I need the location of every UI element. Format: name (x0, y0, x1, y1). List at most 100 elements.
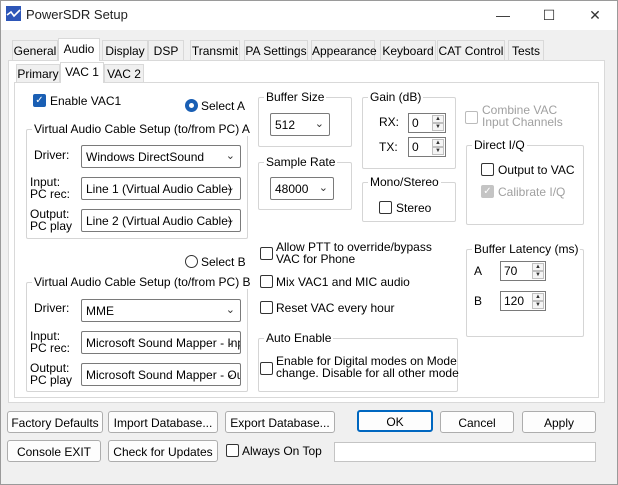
tab-tests[interactable]: Tests (508, 40, 544, 60)
allow-ptt-checkbox[interactable] (260, 247, 273, 260)
mix-vac-mic-label: Mix VAC1 and MIC audio (276, 275, 410, 289)
combine-vac-checkbox[interactable] (465, 111, 478, 124)
allow-ptt-label-2: VAC for Phone (276, 252, 356, 266)
enable-vac1-checkbox[interactable]: ✓ (33, 94, 46, 107)
chevron-down-icon: ⌄ (225, 214, 235, 226)
input-a-label-2: PC rec: (30, 187, 71, 201)
tab-display[interactable]: Display (102, 40, 148, 60)
buffer-size-select[interactable]: 512 ⌄ (270, 113, 330, 136)
app-icon (6, 6, 21, 21)
tab-cat-control[interactable]: CAT Control (437, 40, 505, 60)
mono-stereo-title: Mono/Stereo (368, 175, 441, 189)
cancel-button[interactable]: Cancel (440, 411, 514, 433)
spin-up-icon[interactable]: ▲ (532, 263, 544, 271)
spin-up-icon[interactable]: ▲ (432, 139, 444, 147)
input-b-select[interactable]: Microsoft Sound Mapper - Inp ⌄ (81, 331, 241, 354)
output-a-value: Line 2 (Virtual Audio Cable) (86, 214, 232, 228)
gain-title: Gain (dB) (368, 90, 424, 104)
input-a-select[interactable]: Line 1 (Virtual Audio Cable) ⌄ (81, 177, 241, 200)
mix-vac-mic-checkbox[interactable] (260, 275, 273, 288)
auto-enable-label-2: change. Disable for all other mode (276, 366, 459, 380)
buffer-latency-title: Buffer Latency (ms) (472, 242, 581, 256)
input-b-label-2: PC rec: (30, 341, 71, 355)
tx-gain-label: TX: (379, 140, 398, 154)
factory-defaults-button[interactable]: Factory Defaults (7, 411, 103, 433)
minimize-icon: — (496, 7, 510, 23)
latency-a-spinner[interactable]: 70 ▲ ▼ (500, 261, 546, 281)
calibrate-iq-checkbox[interactable]: ✓ (481, 185, 494, 198)
tab-keyboard[interactable]: Keyboard (380, 40, 436, 60)
close-button[interactable]: ✕ (572, 0, 618, 30)
rx-gain-label: RX: (379, 115, 400, 129)
always-on-top-label: Always On Top (242, 444, 322, 458)
export-database-button[interactable]: Export Database... (225, 411, 335, 433)
always-on-top-checkbox[interactable] (226, 444, 239, 457)
tx-gain-spinner[interactable]: 0 ▲ ▼ (408, 137, 446, 157)
window-title: PowerSDR Setup (26, 7, 128, 22)
console-exit-button[interactable]: Console EXIT (7, 440, 101, 462)
latency-a-label: A (474, 264, 483, 278)
tab-appearance[interactable]: Appearance (311, 40, 377, 60)
output-b-select[interactable]: Microsoft Sound Mapper - Ou ⌄ (81, 363, 241, 386)
reset-vac-checkbox[interactable] (260, 301, 273, 314)
combine-vac-label-2: Input Channels (482, 115, 563, 129)
subtab-vac1[interactable]: VAC 1 (60, 62, 104, 83)
input-b-value: Microsoft Sound Mapper - Inp (86, 336, 241, 350)
enable-vac1-label: Enable VAC1 (50, 94, 122, 108)
subtab-vac2[interactable]: VAC 2 (104, 64, 144, 82)
driver-a-value: Windows DirectSound (86, 150, 205, 164)
tab-dsp[interactable]: DSP (148, 40, 184, 60)
maximize-button[interactable]: ☐ (526, 0, 572, 30)
sample-rate-select[interactable]: 48000 ⌄ (270, 177, 334, 200)
check-updates-button[interactable]: Check for Updates (108, 440, 218, 462)
ok-button[interactable]: OK (357, 410, 433, 432)
spin-down-icon[interactable]: ▼ (432, 123, 444, 131)
chevron-down-icon: ⌄ (225, 304, 235, 316)
select-b-radio[interactable] (185, 255, 198, 268)
select-a-radio[interactable] (185, 99, 198, 112)
latency-b-value: 120 (504, 294, 525, 308)
minimize-button[interactable]: — (480, 0, 526, 30)
output-b-value: Microsoft Sound Mapper - Ou (86, 368, 241, 382)
chevron-down-icon: ⌄ (318, 182, 328, 194)
maximize-icon: ☐ (542, 6, 556, 23)
tx-gain-value: 0 (412, 140, 419, 154)
driver-b-value: MME (86, 304, 114, 318)
calibrate-iq-label: Calibrate I/Q (498, 185, 566, 199)
reset-vac-label: Reset VAC every hour (276, 301, 395, 315)
import-database-button[interactable]: Import Database... (108, 411, 218, 433)
vac-setup-b-title: Virtual Audio Cable Setup (to/from PC) B (32, 275, 253, 289)
chevron-down-icon: ⌄ (314, 118, 324, 130)
output-to-vac-checkbox[interactable] (481, 163, 494, 176)
auto-enable-checkbox[interactable] (260, 362, 273, 375)
status-field (334, 442, 596, 462)
chevron-down-icon: ⌄ (225, 150, 235, 162)
stereo-label: Stereo (396, 201, 432, 215)
stereo-checkbox[interactable] (379, 201, 392, 214)
tab-audio[interactable]: Audio (58, 38, 100, 61)
spin-down-icon[interactable]: ▼ (532, 271, 544, 279)
tab-transmit[interactable]: Transmit (190, 40, 240, 60)
output-a-select[interactable]: Line 2 (Virtual Audio Cable) ⌄ (81, 209, 241, 232)
chevron-down-icon: ⌄ (225, 336, 235, 348)
spin-down-icon[interactable]: ▼ (432, 147, 444, 155)
spin-up-icon[interactable]: ▲ (432, 115, 444, 123)
select-a-label: Select A (201, 99, 246, 113)
output-a-label-2: PC play (30, 219, 73, 233)
spin-down-icon[interactable]: ▼ (532, 301, 544, 309)
driver-a-select[interactable]: Windows DirectSound ⌄ (81, 145, 241, 168)
driver-b-select[interactable]: MME ⌄ (81, 299, 241, 322)
spin-up-icon[interactable]: ▲ (532, 293, 544, 301)
tab-general[interactable]: General (12, 40, 58, 60)
select-b-label: Select B (201, 255, 246, 269)
driver-a-label: Driver: (34, 148, 70, 162)
rx-gain-value: 0 (412, 116, 419, 130)
tab-pa-settings[interactable]: PA Settings (244, 40, 308, 60)
latency-b-spinner[interactable]: 120 ▲ ▼ (500, 291, 546, 311)
apply-button[interactable]: Apply (522, 411, 596, 433)
driver-b-label: Driver: (34, 301, 70, 315)
output-b-label-2: PC play (30, 373, 73, 387)
subtab-primary[interactable]: Primary (16, 64, 60, 82)
rx-gain-spinner[interactable]: 0 ▲ ▼ (408, 113, 446, 133)
buffer-size-value: 512 (275, 118, 296, 132)
